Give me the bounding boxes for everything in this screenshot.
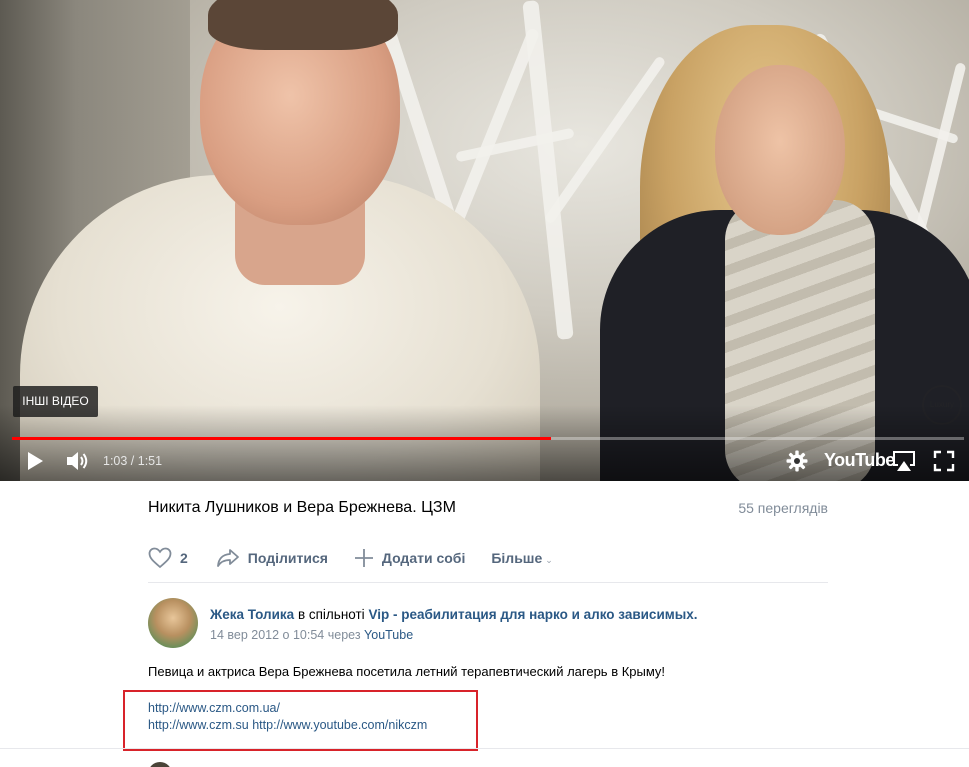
highlight-box — [123, 690, 478, 751]
in-community-text: в спільноті — [297, 607, 365, 622]
next-comment-avatar[interactable] — [148, 762, 172, 767]
add-to-mine-button[interactable]: Додати собі — [354, 548, 465, 568]
via-text: через — [327, 628, 361, 642]
source-link[interactable]: YouTube — [364, 628, 413, 642]
chevron-down-icon: ⌄ — [545, 555, 553, 565]
author-link[interactable]: Жека Толика — [210, 607, 294, 622]
plus-icon — [354, 549, 373, 567]
post-date: 14 вер 2012 о 10:54 — [210, 628, 325, 642]
post-meta: 14 вер 2012 о 10:54 через YouTube — [210, 628, 413, 642]
share-arrow-icon — [216, 549, 239, 567]
like-count: 2 — [180, 550, 188, 566]
author-line: Жека Толика в спільноті Vip - реабилитац… — [210, 607, 698, 622]
add-label: Додати собі — [381, 550, 466, 566]
video-player[interactable]: ІНШІ ВІДЕО Luxury 1:03 / 1:51 YouTube — [0, 0, 969, 481]
settings-gear-icon[interactable] — [786, 450, 808, 472]
share-button[interactable]: Поділитися — [216, 548, 328, 568]
progress-fill — [12, 437, 551, 440]
more-dropdown[interactable]: Більше ⌄ — [491, 550, 552, 566]
airplay-icon[interactable] — [891, 449, 917, 473]
views-count: 55 переглядів — [738, 500, 828, 516]
action-bar: 2 Поділитися Додати собі Більше ⌄ — [148, 546, 553, 570]
community-link[interactable]: Vip - реабилитация для нарко и алко зави… — [368, 607, 697, 622]
divider — [0, 748, 969, 749]
volume-icon[interactable] — [65, 449, 91, 473]
more-label: Більше — [491, 550, 543, 566]
like-button[interactable]: 2 — [148, 547, 188, 569]
heart-icon — [148, 547, 172, 569]
author-avatar[interactable] — [148, 598, 198, 648]
share-label: Поділитися — [247, 550, 328, 566]
time-display: 1:03 / 1:51 — [103, 454, 163, 468]
play-icon[interactable] — [24, 450, 46, 472]
fullscreen-icon[interactable] — [933, 450, 955, 472]
progress-bar[interactable] — [12, 437, 964, 440]
post-description: Певица и актриса Вера Брежнева посетила … — [148, 664, 666, 679]
youtube-logo[interactable]: YouTube — [824, 450, 895, 471]
divider — [148, 582, 828, 583]
video-title: Никита Лушников и Вера Брежнева. ЦЗМ — [148, 499, 456, 516]
